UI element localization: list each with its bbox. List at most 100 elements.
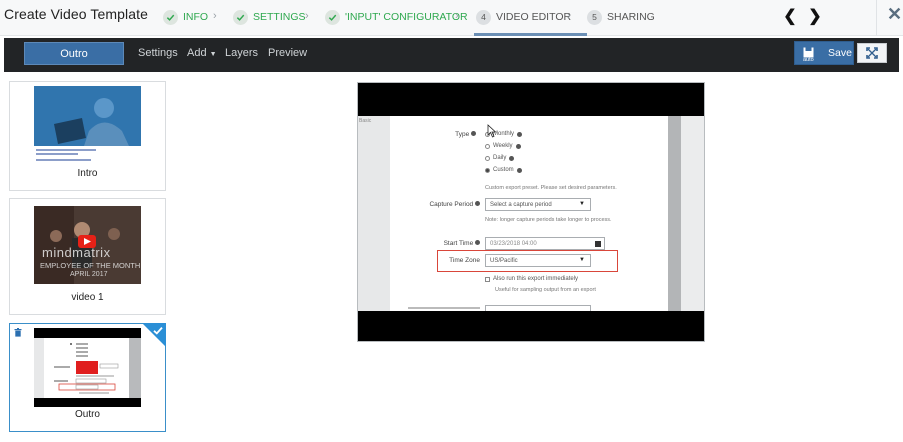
type-label: Type (438, 131, 476, 138)
info-icon (516, 167, 522, 173)
save-label: Save (828, 47, 852, 59)
capture-period-label: Capture Period (408, 201, 480, 208)
step-separator-icon: › (455, 10, 459, 22)
expand-icon (866, 47, 878, 59)
time-zone-select: US/Pacific ▼ (485, 254, 591, 267)
form-preview-image (34, 328, 141, 407)
check-icon (233, 9, 248, 25)
option-label: Custom (493, 167, 514, 173)
option-label: Weekly (493, 143, 513, 149)
info-icon (515, 143, 521, 149)
type-option-daily: Daily (485, 155, 515, 161)
scene-card-intro[interactable]: Intro (9, 81, 166, 191)
side-label: Basic (359, 118, 372, 124)
check-icon (163, 9, 178, 25)
capture-period-value: Select a capture period (490, 201, 552, 208)
preview-right-panel (681, 116, 704, 311)
chevron-right-icon[interactable]: ❯ (808, 6, 822, 26)
custom-note: Custom export preset. Please set desired… (485, 185, 617, 191)
cutoff-row (408, 307, 480, 309)
time-zone-value: US/Pacific (490, 257, 518, 264)
scene-name-field[interactable]: Outro (24, 42, 124, 65)
start-time-label-text: Start Time (443, 240, 474, 247)
step-separator-icon: › (567, 10, 571, 22)
fullscreen-button[interactable] (857, 43, 887, 63)
scene-card-outro[interactable]: Outro (9, 323, 166, 432)
time-zone-label: Time Zone (449, 257, 480, 264)
caret-down-icon: ▼ (579, 257, 585, 263)
info-icon (517, 131, 523, 137)
type-option-weekly: Weekly (485, 143, 521, 149)
wizard-header: Create Video Template INFO › SETTINGS › … (0, 0, 903, 36)
info-icon (475, 240, 480, 245)
check-icon (325, 9, 340, 25)
preview-scrollbar (668, 116, 681, 311)
info-icon (471, 131, 476, 136)
type-label-text: Type (455, 131, 470, 138)
start-time-value: 03/23/2018 04:00 (490, 240, 537, 247)
cutoff-select (485, 305, 591, 311)
caret-down-icon: ▼ (579, 201, 585, 207)
step-separator-icon: › (213, 10, 217, 22)
menu-settings[interactable]: Settings (138, 47, 178, 59)
radio-icon (485, 167, 490, 173)
save-button[interactable]: auto Save (794, 41, 854, 65)
step-label: 'INPUT' CONFIGURATOR (345, 11, 468, 23)
auto-save-label: auto (803, 57, 814, 63)
video-date-overlay: APRIL 2017 (70, 271, 108, 278)
menu-add-label: Add (187, 47, 207, 59)
divider (876, 0, 877, 36)
trash-icon[interactable] (14, 328, 22, 337)
scene-thumbnail (34, 86, 141, 165)
scene-label: video 1 (71, 292, 104, 303)
scene-thumbnail (34, 328, 141, 407)
menu-add[interactable]: Add ▼ (187, 47, 217, 59)
step-input-configurator[interactable]: 'INPUT' CONFIGURATOR (325, 8, 468, 26)
scene-card-video-1[interactable]: mindmatrix EMPLOYEE OF THE MONTH APRIL 2… (9, 198, 166, 315)
calendar-icon (595, 241, 601, 247)
preview-left-panel (358, 116, 390, 311)
step-number: 5 (587, 9, 602, 25)
editor-toolbar: Outro Settings Add ▼ Layers Preview auto… (4, 38, 899, 72)
step-sharing[interactable]: 5 SHARING (587, 8, 655, 26)
page-title: Create Video Template (4, 6, 149, 22)
scene-label: Outro (74, 409, 100, 420)
option-label: Daily (493, 155, 507, 161)
caret-down-icon: ▼ (209, 51, 217, 58)
step-label: SETTINGS (253, 11, 306, 23)
run-now-label: Also run this export immediately (493, 276, 579, 282)
step-separator-icon: › (305, 10, 309, 22)
info-icon (509, 155, 515, 161)
step-info[interactable]: INFO (163, 8, 208, 26)
scene-thumbnail: mindmatrix EMPLOYEE OF THE MONTH APRIL 2… (34, 206, 141, 284)
radio-icon (485, 155, 490, 161)
step-label: INFO (183, 11, 209, 23)
check-icon (153, 326, 163, 335)
menu-layers[interactable]: Layers (225, 47, 258, 59)
preview-screen: Basic Type Monthly Weekly Daily Custom C… (358, 116, 704, 311)
step-settings[interactable]: SETTINGS (233, 8, 306, 26)
scene-label: Intro (77, 168, 98, 179)
capture-note: Note: longer capture periods take longer… (485, 217, 612, 223)
close-icon[interactable]: ✕ (887, 4, 902, 25)
video-title-overlay: mindmatrix (42, 245, 111, 260)
menu-preview[interactable]: Preview (268, 47, 307, 59)
video-preview[interactable]: Basic Type Monthly Weekly Daily Custom C… (357, 82, 705, 342)
current-step-indicator (474, 33, 587, 36)
info-icon (475, 201, 480, 206)
capture-period-label-text: Capture Period (429, 201, 474, 208)
run-now-option: Also run this export immediately (485, 276, 578, 282)
mouse-cursor-icon (487, 124, 497, 138)
step-video-editor[interactable]: 4 VIDEO EDITOR (476, 8, 571, 26)
video-subtitle-overlay: EMPLOYEE OF THE MONTH (40, 261, 141, 270)
capture-period-select: Select a capture period ▼ (485, 198, 591, 211)
chevron-left-icon[interactable]: ❮ (783, 6, 797, 26)
radio-icon (485, 143, 490, 149)
type-option-custom: Custom (485, 167, 522, 173)
step-label: VIDEO EDITOR (496, 11, 572, 23)
start-time-input: 03/23/2018 04:00 (485, 237, 605, 250)
step-number: 4 (476, 9, 491, 25)
laptop-image (34, 86, 141, 165)
app-root: Create Video Template INFO › SETTINGS › … (0, 0, 903, 442)
run-now-note: Useful for sampling output from an expor… (495, 287, 596, 293)
